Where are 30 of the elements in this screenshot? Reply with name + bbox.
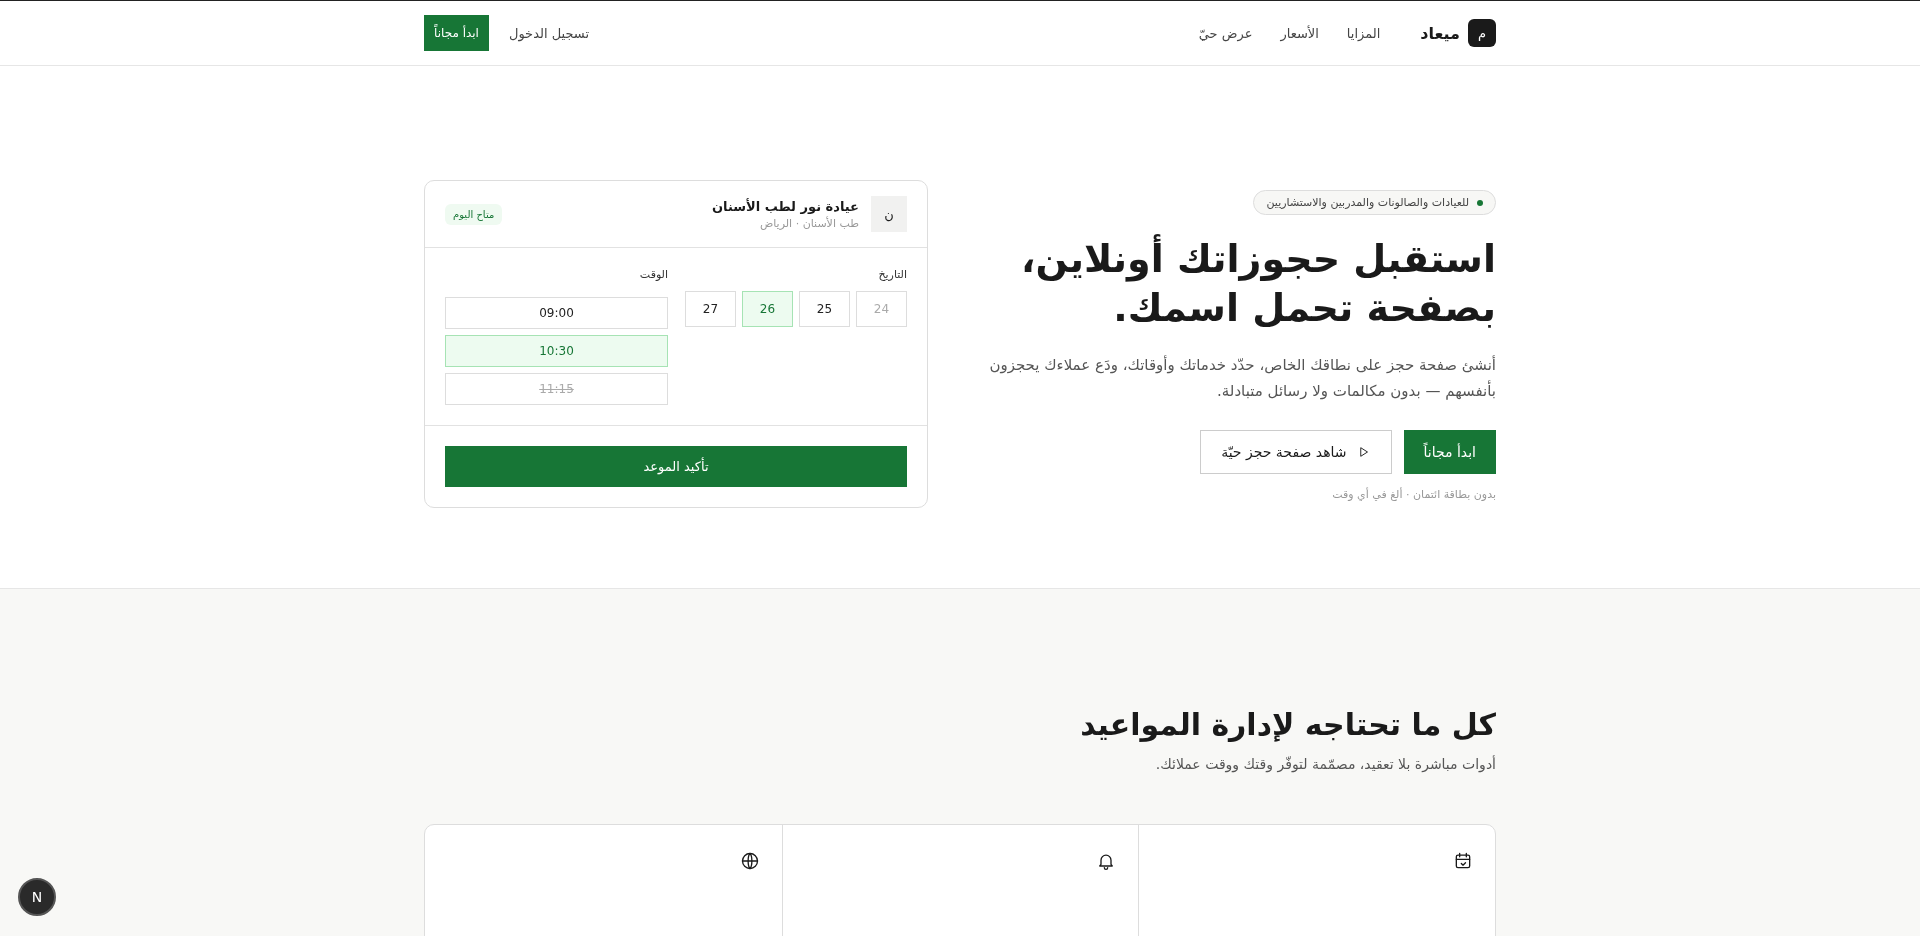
logo-mark[interactable]: م [1468, 19, 1496, 47]
availability-badge: متاح اليوم [445, 203, 503, 225]
calendar-check-icon [1453, 851, 1473, 871]
hero-description: أنشئ صفحة حجز على نطاقك الخاص، حدّد خدماتك وأوقاتك، ودَع عملاءك يحجزون بأنفسهم — بدون مكالمات ولا رسائل متبادلة. [988, 354, 1496, 403]
hero-title: استقبل حجوزاتك أونلاين، بصفحة تحمل اسمك. [946, 235, 1496, 334]
nav-link[interactable]: المزايا [1346, 25, 1381, 41]
clinic-name: عيادة نور لطب الأسنان [711, 198, 859, 214]
section-subtitle: أدوات مباشرة بلا تعقيد، مصمّمة لتوفّر وقتك ووقت عملائك. [1154, 756, 1496, 772]
section-title: كل ما تحتاجه لإدارة المواعيد [1079, 707, 1496, 742]
live-demo-button[interactable]: شاهد صفحة حجز حيّة [1200, 430, 1392, 475]
nav-link[interactable]: الأسعار [1280, 25, 1319, 41]
date-label: التاريخ [877, 268, 907, 281]
status-dot [1477, 199, 1483, 206]
avatar: ن [871, 196, 907, 232]
logo-name[interactable]: ميعاد [1420, 23, 1460, 43]
time-option[interactable]: 09:00 [445, 297, 668, 329]
start-button[interactable]: ابدأ مجاناً [1403, 430, 1496, 475]
date-option[interactable]: 26 [742, 291, 793, 327]
nav-link[interactable]: عرض حيّ [1198, 25, 1253, 41]
hero-note: بدون بطاقة ائتمان · ألغ في أي وقت [1332, 488, 1496, 502]
login-link[interactable]: تسجيل الدخول [508, 25, 590, 41]
time-label: الوقت [638, 268, 668, 281]
clinic-subtitle: طب الأسنان · الرياض [758, 216, 859, 230]
start-button[interactable]: ابدأ مجاناً [424, 15, 489, 51]
badge-text: للعيادات والصالونات والمدربين والاستشاريين [1266, 196, 1469, 209]
date-option[interactable]: 25 [799, 291, 850, 327]
globe-icon [739, 851, 760, 871]
date-option[interactable]: 27 [685, 291, 736, 327]
confirm-button[interactable]: تأكيد الموعد [445, 446, 907, 487]
time-option[interactable]: 10:30 [445, 335, 668, 367]
